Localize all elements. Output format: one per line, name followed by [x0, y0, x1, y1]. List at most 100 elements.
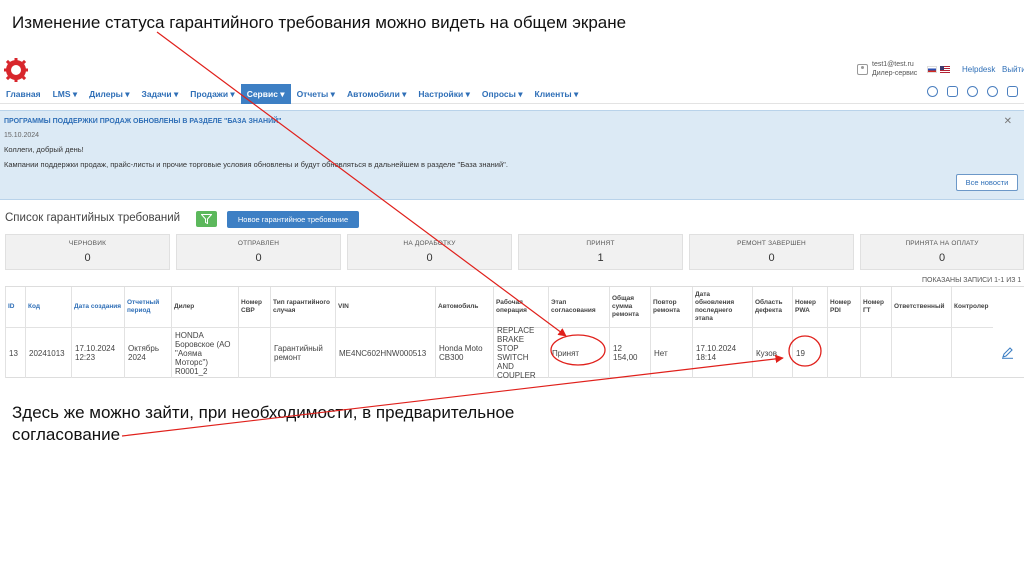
nav-item-service[interactable]: Сервис ▾ — [240, 83, 291, 104]
flag-us-icon[interactable] — [940, 66, 950, 73]
nav-item-tasks[interactable]: Задачи ▾ — [136, 84, 185, 104]
window-icon[interactable] — [1007, 86, 1018, 97]
status-card[interactable]: На доработку 0 — [347, 234, 512, 270]
nav-item-reports[interactable]: Отчеты ▾ — [291, 84, 341, 104]
table-cell[interactable] — [238, 327, 270, 378]
status-card-value: 0 — [938, 252, 946, 264]
phone-icon[interactable] — [927, 86, 938, 97]
status-cards: Черновик 0 Отправлен 0 На доработку 0 Пр… — [5, 234, 1024, 270]
status-card[interactable]: Отправлен 0 — [176, 234, 341, 270]
status-card[interactable]: Ремонт завершен 0 — [689, 234, 854, 270]
status-card-value: 0 — [84, 252, 91, 264]
table-cell[interactable] — [827, 327, 860, 378]
table-cell[interactable]: Нет — [650, 327, 692, 378]
nav-item-clients[interactable]: Клиенты ▾ — [529, 84, 585, 104]
table-cell[interactable]: ME4NC602HNW000513 — [335, 327, 435, 378]
nav-item-dealers[interactable]: Дилеры ▾ — [83, 84, 135, 104]
column-header: Повтор ремонта — [650, 287, 692, 327]
column-header: Дата обновления последнего этапа — [692, 287, 752, 327]
nav-item-lms[interactable]: LMS ▾ — [47, 84, 84, 104]
status-card[interactable]: Принята на оплату 0 — [860, 234, 1024, 270]
notice-greeting: Коллеги, добрый день! — [4, 145, 84, 154]
table-cell[interactable] — [860, 327, 891, 378]
column-header: Этап согласования — [548, 287, 609, 327]
table-cell[interactable]: 13 — [5, 327, 25, 378]
table-cell[interactable]: 17.10.2024 18:14 — [692, 327, 752, 378]
table-cell[interactable]: Honda Moto CB300 — [435, 327, 493, 378]
edit-icon[interactable] — [1001, 346, 1014, 359]
table-cell[interactable]: 19 — [792, 327, 827, 378]
status-card-value: 0 — [426, 252, 433, 264]
status-card[interactable]: Черновик 0 — [5, 234, 170, 270]
status-card-label: Принята на оплату — [905, 240, 979, 247]
page-title: Список гарантийных требований — [5, 212, 181, 224]
column-header: Ответственный — [891, 287, 951, 327]
table-cell[interactable]: Октябрь 2024 — [124, 327, 171, 378]
table-cell[interactable] — [891, 327, 951, 378]
table-cell[interactable] — [951, 327, 993, 378]
column-header: Номер PWA — [792, 287, 827, 327]
column-header: Дилер — [171, 287, 238, 327]
nav-item-sales[interactable]: Продажи ▾ — [184, 84, 240, 104]
nav-item-cars[interactable]: Автомобили ▾ — [341, 84, 412, 104]
user-email: test1@test.ru — [872, 61, 914, 68]
table-cell[interactable]: 20241013 — [25, 327, 71, 378]
table-cell[interactable]: Гарантийный ремонт — [270, 327, 335, 378]
column-header[interactable]: ID — [5, 287, 25, 327]
table-cell[interactable]: REPLACE BRAKE STOP SWITCH AND COUPLER — [493, 326, 548, 380]
column-header: Номер ГТ — [860, 287, 891, 327]
table-cell[interactable]: Кузов — [752, 327, 792, 378]
filter-icon — [201, 214, 212, 224]
status-card-label: Принят — [586, 240, 615, 247]
claims-table: ID 13 Код 20241013 Дата создания 17.10.2024 1… — [5, 286, 1024, 380]
filter-button[interactable] — [196, 211, 217, 227]
user-block[interactable]: test1@test.ru Дилер-сервис — [857, 60, 917, 78]
logout-link[interactable]: Выйти — [1002, 65, 1024, 74]
camera-icon[interactable] — [947, 86, 958, 97]
status-card-label: На доработку — [403, 240, 456, 247]
nav-icons — [927, 86, 1018, 97]
table-cell[interactable]: 17.10.2024 12:23 — [71, 327, 124, 378]
close-icon[interactable]: ✕ — [1004, 116, 1012, 127]
annotation-top: Изменение статуса гарантийного требовани… — [12, 13, 627, 32]
logo-icon — [4, 58, 28, 82]
table-cell[interactable]: 12 154,00 — [609, 327, 650, 378]
chat-icon[interactable] — [967, 86, 978, 97]
column-header: Область дефекта — [752, 287, 792, 327]
notice-body: Кампании поддержки продаж, прайс-листы и… — [4, 160, 508, 169]
status-card-label: Ремонт завершен — [737, 240, 806, 247]
column-header: Автомобиль — [435, 287, 493, 327]
notice-title: ПРОГРАММЫ ПОДДЕРЖКИ ПРОДАЖ ОБНОВЛЕНЫ В Р… — [4, 118, 282, 125]
status-card-value: 0 — [255, 252, 262, 264]
nav-item-settings[interactable]: Настройки ▾ — [412, 84, 475, 104]
table-cell[interactable]: HONDA Боровское (АО "Аояма Моторс") R000… — [171, 327, 238, 378]
table-cell[interactable]: Принят — [548, 327, 609, 378]
language-switcher[interactable] — [927, 66, 950, 73]
column-header[interactable]: Дата создания — [71, 287, 124, 327]
user-icon — [857, 63, 868, 75]
column-header: Общая сумма ремонта — [609, 287, 650, 327]
nav-item-surveys[interactable]: Опросы ▾ — [476, 84, 529, 104]
helpdesk-link[interactable]: Helpdesk — [962, 65, 995, 74]
column-header[interactable]: Код — [25, 287, 71, 327]
status-card-label: Черновик — [68, 240, 107, 247]
status-card[interactable]: Принят 1 — [518, 234, 683, 270]
column-header: Номер PDI — [827, 287, 860, 327]
bell-icon[interactable] — [987, 86, 998, 97]
main-nav: Главная LMS ▾ Дилеры ▾ Задачи ▾ Продажи … — [0, 83, 1024, 104]
column-header: Контролер — [951, 287, 993, 327]
column-header[interactable]: Отчетный период — [124, 287, 171, 327]
new-claim-button[interactable]: Новое гарантийное требование — [227, 211, 359, 228]
news-notice: ПРОГРАММЫ ПОДДЕРЖКИ ПРОДАЖ ОБНОВЛЕНЫ В Р… — [0, 110, 1024, 200]
status-card-value: 0 — [768, 252, 775, 264]
status-card-label: Отправлен — [237, 240, 280, 247]
records-count: ПОКАЗАНЫ ЗАПИСИ 1-1 ИЗ 1 — [922, 277, 1022, 284]
user-role: Дилер-сервис — [872, 70, 918, 77]
flag-ru-icon[interactable] — [927, 66, 937, 73]
column-header: Рабочая операция — [493, 287, 548, 327]
annotation-bottom: Здесь же можно зайти, при необходимости,… — [12, 403, 515, 444]
column-header: Номер СВР — [238, 287, 270, 327]
nav-item-home[interactable]: Главная — [0, 84, 47, 104]
all-news-button[interactable]: Все новости — [956, 174, 1018, 191]
status-card-value: 1 — [597, 252, 604, 264]
